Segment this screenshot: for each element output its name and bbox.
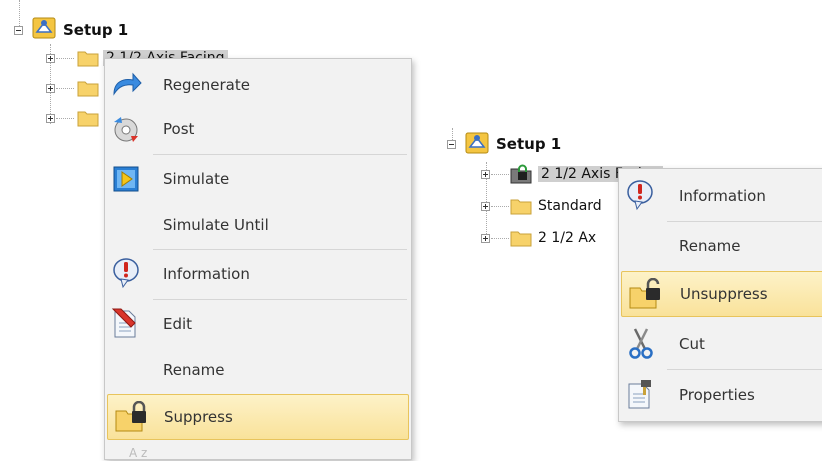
menu-item-label: Rename <box>163 361 225 379</box>
folder-icon <box>77 81 99 97</box>
menu-item-label: Simulate <box>163 170 230 188</box>
menu-item-label: Information <box>679 187 766 205</box>
menu-item-rename[interactable]: Rename <box>619 225 822 267</box>
folder-icon <box>510 231 532 247</box>
setup-label: Setup 1 <box>496 135 562 153</box>
menu-item-label: A z <box>129 446 148 460</box>
menu-item-post[interactable]: Post <box>105 109 411 149</box>
tree-item[interactable] <box>46 108 99 128</box>
menu-item-suppress[interactable]: Suppress <box>107 394 409 440</box>
menu-separator <box>153 249 407 250</box>
tree-item[interactable] <box>46 78 99 98</box>
tree-item-label: 2 1/2 Ax <box>538 230 597 246</box>
simulate-icon <box>113 166 139 192</box>
menu-item-label: Unsuppress <box>680 285 768 303</box>
regenerate-icon <box>113 72 142 96</box>
menu-item-unsuppress[interactable]: Unsuppress <box>621 271 822 317</box>
menu-separator <box>153 154 407 155</box>
menu-item-label: Regenerate <box>163 76 250 94</box>
expand-toggle[interactable] <box>481 233 490 243</box>
setup-icon <box>465 132 489 154</box>
tree-item[interactable]: Standard <box>481 196 602 216</box>
suppress-icon <box>115 401 146 432</box>
menu-item-label: Rename <box>679 237 741 255</box>
menu-item-label: Simulate Until <box>163 216 269 234</box>
expand-toggle[interactable] <box>481 201 490 211</box>
expand-toggle[interactable] <box>46 53 55 63</box>
folder-icon <box>510 199 532 215</box>
properties-icon <box>628 380 651 409</box>
menu-separator <box>153 299 407 300</box>
menu-item-label: Suppress <box>164 408 233 426</box>
menu-item-regenerate[interactable]: Regenerate <box>105 65 411 105</box>
menu-item-label: Properties <box>679 386 755 404</box>
menu-item-label: Edit <box>163 315 193 333</box>
menu-item-information[interactable]: Information <box>105 254 411 294</box>
setup-node-right[interactable]: Setup 1 <box>447 132 562 154</box>
folder-icon <box>77 51 99 67</box>
tree-item[interactable]: 2 1/2 Ax <box>481 228 596 248</box>
menu-separator <box>667 369 822 370</box>
menu-item-properties[interactable]: Properties <box>619 374 822 416</box>
menu-item-label: Cut <box>679 335 705 353</box>
folder-icon <box>77 111 99 127</box>
menu-separator <box>667 221 822 222</box>
setup-label: Setup 1 <box>63 21 129 39</box>
menu-item-partial: A z <box>105 445 411 461</box>
collapse-toggle[interactable] <box>14 25 23 35</box>
expand-toggle[interactable] <box>46 83 55 93</box>
menu-item-rename[interactable]: Rename <box>105 350 411 390</box>
post-icon <box>114 117 138 142</box>
menu-item-simulate[interactable]: Simulate <box>105 159 411 199</box>
setup-node-left[interactable]: Setup 1 <box>14 17 129 40</box>
setup-icon <box>32 17 56 39</box>
unsuppress-icon <box>629 278 660 309</box>
expand-toggle[interactable] <box>46 113 55 123</box>
information-icon <box>113 258 139 289</box>
menu-item-cut[interactable]: Cut <box>619 323 822 365</box>
right-context-menu: Information Rename Unsuppress Cut Proper… <box>618 168 822 422</box>
information-icon <box>627 180 653 211</box>
menu-item-edit[interactable]: Edit <box>105 304 411 344</box>
expand-toggle[interactable] <box>481 169 490 179</box>
scissors-icon <box>629 328 653 359</box>
menu-item-label: Post <box>163 120 195 138</box>
tree-item-label: Standard <box>538 198 602 214</box>
menu-item-information[interactable]: Information <box>619 175 822 217</box>
locked-folder-icon <box>510 164 532 184</box>
edit-icon <box>111 308 136 338</box>
menu-item-simulate-until[interactable]: Simulate Until <box>105 205 411 245</box>
menu-item-label: Information <box>163 265 250 283</box>
collapse-toggle[interactable] <box>447 139 456 149</box>
left-context-menu: Regenerate Post Simulate Simulate Until <box>104 58 412 460</box>
